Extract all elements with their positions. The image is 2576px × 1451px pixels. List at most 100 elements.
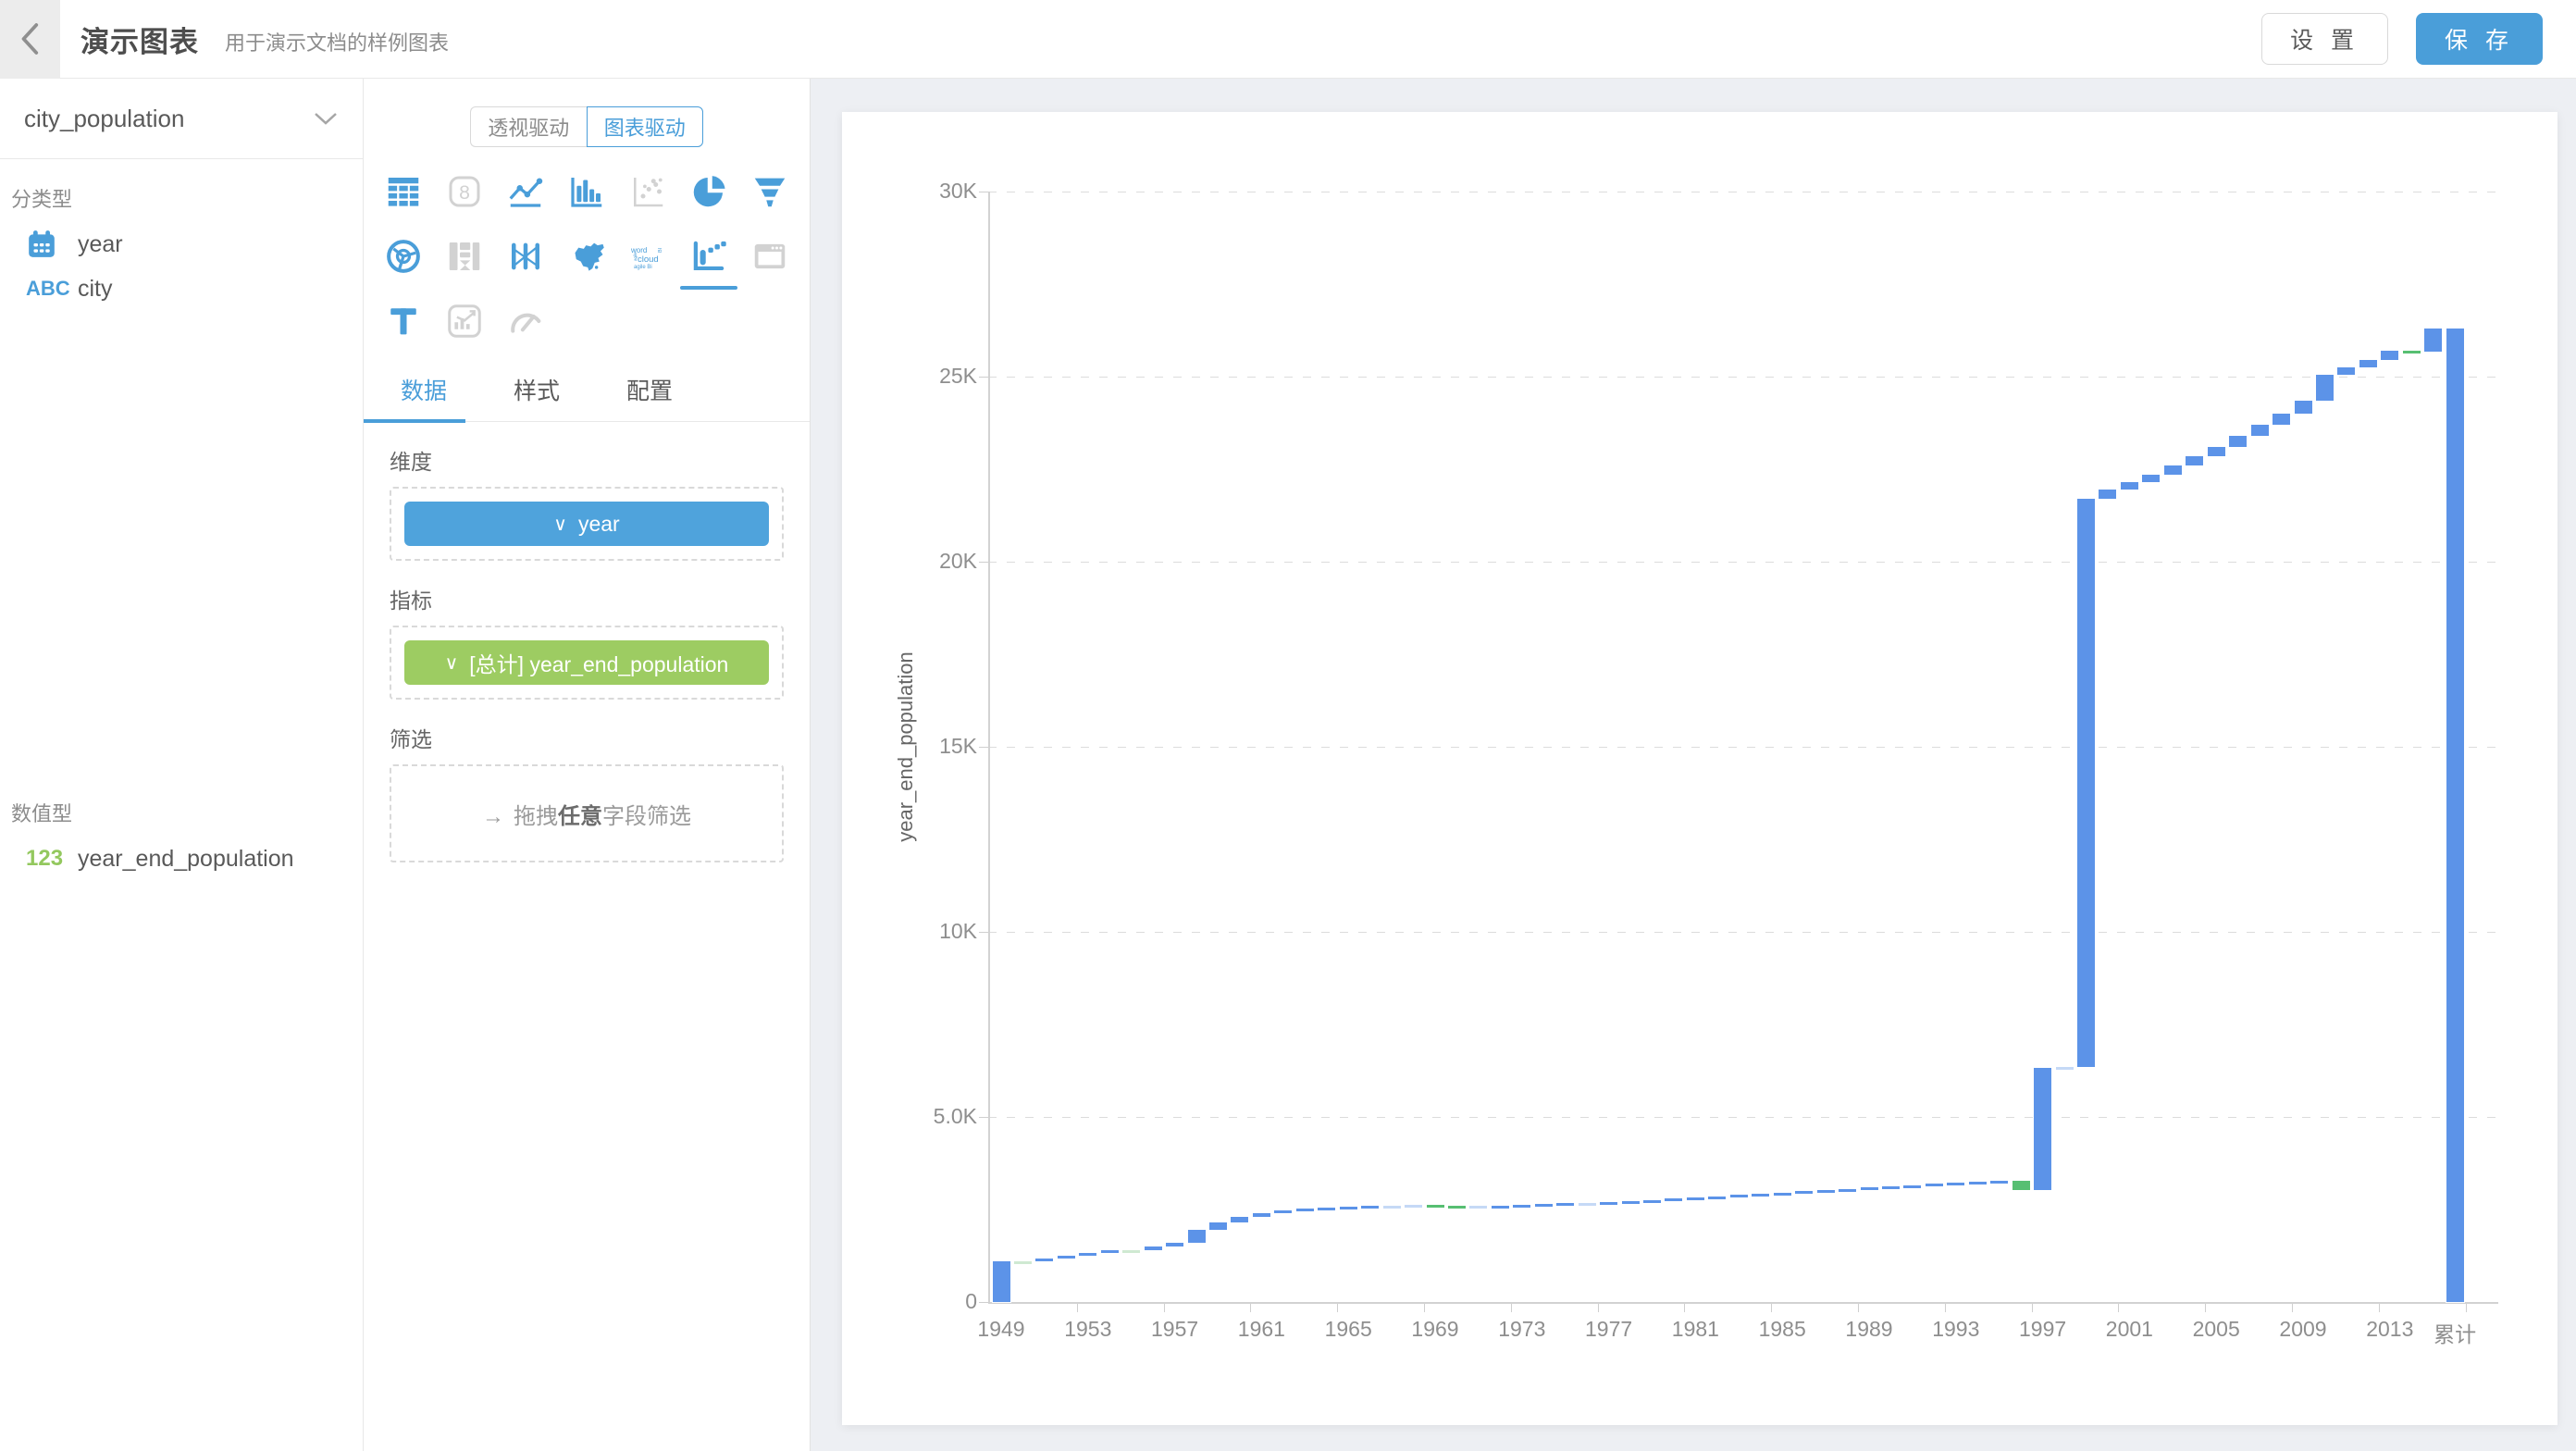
tab-data[interactable]: 数据 xyxy=(388,373,460,421)
waterfall-bar-1954[interactable] xyxy=(1101,1250,1119,1253)
dimension-pill-year[interactable]: ∨ year xyxy=(404,502,769,546)
chart-type-word-cloud[interactable]: wordBIcloudagileagile Bi xyxy=(617,236,678,277)
waterfall-bar-2011[interactable] xyxy=(2337,367,2355,375)
waterfall-bar-1970[interactable] xyxy=(1448,1206,1466,1209)
waterfall-bar-1949[interactable] xyxy=(993,1261,1010,1302)
waterfall-bar-1950[interactable] xyxy=(1014,1261,1032,1264)
filter-dropzone[interactable]: →拖拽任意字段筛选 xyxy=(390,764,784,862)
settings-button[interactable]: 设 置 xyxy=(2261,13,2388,65)
chart-type-scatter-chart[interactable] xyxy=(617,171,678,212)
waterfall-bar-1972[interactable] xyxy=(1492,1206,1509,1209)
waterfall-bar-2006[interactable] xyxy=(2229,436,2247,447)
waterfall-bar-1992[interactable] xyxy=(1926,1184,1943,1186)
chart-type-funnel-chart[interactable] xyxy=(739,171,800,212)
waterfall-bar-累计[interactable] xyxy=(2446,329,2464,1302)
waterfall-bar-2005[interactable] xyxy=(2208,447,2225,456)
waterfall-bar-2012[interactable] xyxy=(2359,360,2377,367)
waterfall-bar-1967[interactable] xyxy=(1383,1206,1401,1209)
waterfall-bar-2000[interactable] xyxy=(2099,490,2116,499)
waterfall-bar-1966[interactable] xyxy=(1361,1206,1379,1209)
waterfall-bar-2001[interactable] xyxy=(2121,482,2138,490)
waterfall-bar-2009[interactable] xyxy=(2295,401,2312,414)
waterfall-bar-2013[interactable] xyxy=(2381,351,2398,360)
waterfall-bar-1991[interactable] xyxy=(1903,1185,1921,1188)
waterfall-bar-1998[interactable] xyxy=(2056,1067,2074,1070)
dataset-selector[interactable]: city_population xyxy=(0,79,363,159)
waterfall-bar-2015[interactable] xyxy=(2424,329,2442,352)
waterfall-bar-1994[interactable] xyxy=(1969,1182,1987,1184)
waterfall-bar-1980[interactable] xyxy=(1665,1198,1682,1201)
waterfall-bar-2010[interactable] xyxy=(2316,375,2334,401)
waterfall-bar-1996[interactable] xyxy=(2012,1181,2030,1190)
chart-type-gauge-chart[interactable] xyxy=(495,301,556,341)
waterfall-bar-2007[interactable] xyxy=(2251,425,2269,436)
measure-dropzone[interactable]: ∨ [总计] year_end_population xyxy=(390,626,784,700)
waterfall-bar-1962[interactable] xyxy=(1274,1210,1292,1213)
waterfall-bar-1965[interactable] xyxy=(1340,1207,1357,1209)
waterfall-bar-2004[interactable] xyxy=(2186,456,2203,465)
chart-type-bar-chart[interactable] xyxy=(556,171,617,212)
waterfall-bar-1959[interactable] xyxy=(1209,1222,1227,1230)
waterfall-bar-2003[interactable] xyxy=(2164,465,2182,475)
waterfall-bar-1997[interactable] xyxy=(2034,1068,2051,1190)
waterfall-bar-1968[interactable] xyxy=(1405,1205,1422,1208)
chart-type-pie-chart[interactable] xyxy=(678,171,739,212)
chart-type-metric-card[interactable]: 8 xyxy=(434,171,495,212)
waterfall-bar-1995[interactable] xyxy=(1990,1181,2008,1184)
chart-type-line-chart[interactable] xyxy=(495,171,556,212)
waterfall-bar-1973[interactable] xyxy=(1513,1205,1530,1208)
waterfall-bar-1957[interactable] xyxy=(1166,1243,1183,1246)
waterfall-bar-1977[interactable] xyxy=(1600,1202,1617,1205)
save-button[interactable]: 保 存 xyxy=(2416,13,2543,65)
chart-type-table[interactable] xyxy=(373,171,434,212)
waterfall-bar-1988[interactable] xyxy=(1839,1189,1856,1192)
waterfall-bar-1982[interactable] xyxy=(1708,1197,1726,1199)
field-city[interactable]: ABCcity xyxy=(0,267,363,311)
waterfall-bar-1956[interactable] xyxy=(1145,1246,1162,1250)
waterfall-bar-1953[interactable] xyxy=(1079,1253,1096,1256)
dimension-dropzone[interactable]: ∨ year xyxy=(390,487,784,561)
field-year_end_population[interactable]: 123year_end_population xyxy=(0,837,363,881)
waterfall-bar-1984[interactable] xyxy=(1752,1194,1769,1197)
mode-pivot-button[interactable]: 透视驱动 xyxy=(470,106,587,147)
waterfall-bar-1999[interactable] xyxy=(2077,499,2095,1067)
waterfall-bar-1978[interactable] xyxy=(1622,1201,1640,1204)
waterfall-bar-1983[interactable] xyxy=(1730,1195,1748,1197)
chart-type-radar-chart[interactable] xyxy=(373,236,434,277)
waterfall-bar-1974[interactable] xyxy=(1535,1204,1553,1207)
mode-chart-button[interactable]: 图表驱动 xyxy=(587,106,704,147)
waterfall-bar-1960[interactable] xyxy=(1231,1217,1248,1222)
chart-type-parallel-chart[interactable] xyxy=(495,236,556,277)
waterfall-bar-2014[interactable] xyxy=(2403,351,2421,353)
waterfall-bar-1961[interactable] xyxy=(1253,1213,1270,1217)
waterfall-bar-1971[interactable] xyxy=(1469,1206,1487,1209)
tab-style[interactable]: 样式 xyxy=(501,373,573,421)
waterfall-bar-1955[interactable] xyxy=(1122,1250,1140,1253)
chart-type-waterfall-chart[interactable] xyxy=(678,236,739,277)
waterfall-bar-1958[interactable] xyxy=(1188,1230,1206,1243)
waterfall-bar-1986[interactable] xyxy=(1795,1191,1813,1194)
waterfall-bar-1975[interactable] xyxy=(1556,1203,1574,1206)
waterfall-bar-1964[interactable] xyxy=(1318,1208,1335,1210)
chart-type-iframe-embed[interactable] xyxy=(739,236,800,277)
waterfall-bar-1981[interactable] xyxy=(1687,1197,1704,1200)
waterfall-bar-1963[interactable] xyxy=(1296,1209,1314,1211)
waterfall-bar-1979[interactable] xyxy=(1643,1200,1661,1203)
waterfall-bar-1976[interactable] xyxy=(1579,1203,1596,1206)
field-year[interactable]: year xyxy=(0,222,363,267)
tab-config[interactable]: 配置 xyxy=(613,373,686,421)
waterfall-bar-1990[interactable] xyxy=(1882,1186,1900,1189)
waterfall-bar-2008[interactable] xyxy=(2273,414,2290,425)
waterfall-bar-1985[interactable] xyxy=(1774,1193,1791,1196)
waterfall-bar-1969[interactable] xyxy=(1427,1205,1444,1208)
waterfall-bar-1993[interactable] xyxy=(1947,1183,1964,1185)
waterfall-bar-1952[interactable] xyxy=(1058,1256,1075,1259)
waterfall-bar-1951[interactable] xyxy=(1035,1259,1053,1261)
chart-type-text-widget[interactable] xyxy=(373,301,434,341)
waterfall-bar-1987[interactable] xyxy=(1817,1190,1835,1193)
back-button[interactable] xyxy=(0,0,60,79)
waterfall-bar-2002[interactable] xyxy=(2142,475,2160,482)
chart-type-mix-chart[interactable] xyxy=(434,301,495,341)
chart-type-treemap-chart[interactable] xyxy=(434,236,495,277)
chart-type-china-map[interactable] xyxy=(556,236,617,277)
